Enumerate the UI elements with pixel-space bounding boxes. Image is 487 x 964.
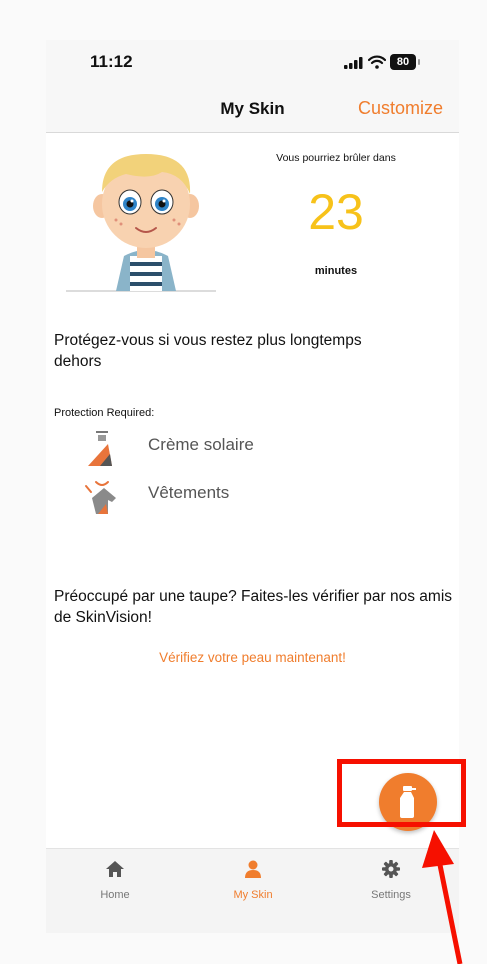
check-skin-link[interactable]: Vérifiez votre peau maintenant! (46, 650, 459, 665)
protection-required-label: Protection Required: (54, 407, 155, 419)
tab-bar: Home My Skin Settings (46, 848, 459, 933)
protection-message: Protégez-vous si vous restez plus longte… (54, 332, 362, 370)
burn-time-label: Vous pourriez brûler dans (276, 152, 396, 164)
annotation-arrow (422, 830, 463, 964)
avatar (66, 154, 216, 292)
battery-tip (418, 59, 420, 65)
person-icon (245, 860, 261, 878)
tab-label: My Skin (233, 889, 273, 901)
tab-my-skin[interactable]: My Skin (184, 849, 322, 909)
protection-item-label: Vêtements (148, 483, 230, 502)
tab-label: Home (100, 889, 130, 901)
annotation-highlight-box (337, 759, 466, 827)
burn-time-unit: minutes (314, 265, 358, 277)
burn-time-value: 23 (308, 184, 364, 240)
status-bar: 11:12 80 (46, 40, 459, 86)
protection-item-label: Crème solaire (148, 435, 254, 454)
sunscreen-icon (88, 431, 112, 466)
clothing-icon (85, 481, 116, 514)
battery-icon: 80 (390, 54, 416, 70)
nav-bar: My Skin Customize (46, 86, 459, 133)
wifi-icon (368, 55, 386, 69)
gear-icon (382, 860, 400, 878)
status-time: 11:12 (90, 52, 133, 71)
mole-message: Préoccupé par une taupe? Faites-les véri… (54, 588, 453, 626)
signal-icon (344, 57, 363, 69)
customize-button[interactable]: Customize (358, 98, 443, 119)
tab-home[interactable]: Home (46, 849, 184, 909)
home-icon (106, 861, 124, 877)
